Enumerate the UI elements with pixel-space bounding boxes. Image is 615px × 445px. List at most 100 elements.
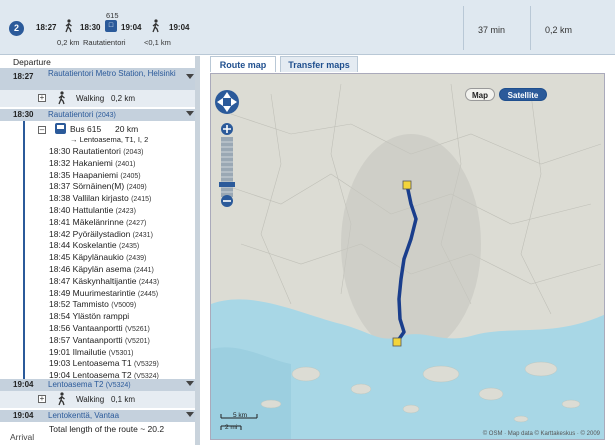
stop-row[interactable]: 18:37 Sörnäinen(M) (2409) [49,181,147,191]
stop-row[interactable]: 18:56 Vantaanportti (V5261) [49,323,150,333]
stop-name: Vallilan kirjasto [72,193,129,204]
board-stop[interactable]: Rautatientori (2043) [48,110,116,119]
itinerary-end-header[interactable]: 19:04 Lentokenttä, Vantaa [0,410,200,422]
scale-km-label: 5 km [233,412,248,419]
bus-route-line [23,121,25,380]
stop-code: (2431) [132,231,153,239]
stop-code: (2401) [115,160,136,168]
divider [530,6,531,50]
stop-code: (V5301) [108,349,134,357]
walking-icon [65,19,72,33]
stop-row[interactable]: 19:01 Ilmailutie (V5301) [49,347,133,357]
bus-icon [55,123,66,134]
stop-row[interactable]: 18:45 Käpylänaukio (2439) [49,252,146,262]
stop-row[interactable]: 19:03 Lentoasema T1 (V5329) [49,358,159,368]
trip-distance: 0,2 km [545,25,573,35]
bus-label: Bus 615 [70,124,102,134]
stop-row[interactable]: 18:38 Vallilan kirjasto (2415) [49,193,151,203]
stop-time: 18:54 [49,311,71,322]
stop-row[interactable]: 18:35 Haapaniemi (2405) [49,170,141,180]
start-location[interactable]: Rautatientori Metro Station, Helsinki [48,69,183,79]
stop-name: Vantaanportti [72,323,123,333]
walk-leg-2: + Walking 0,1 km [0,391,200,408]
stop-time: 18:30 [49,146,71,156]
board-stop-name: Rautatientori [48,110,94,119]
end-location[interactable]: Lentokenttä, Vantaa [48,411,119,420]
stop-name: Lentoasema T1 [72,358,132,369]
stop-time: 18:41 [49,216,71,227]
stop-row[interactable]: 18:42 Pyöräilystadion (2431) [49,229,153,239]
collapse-minus-icon[interactable]: – [38,126,46,134]
stop-row[interactable]: 18:47 Käskynhaltijantie (2443) [49,276,159,286]
walking-icon [152,19,159,33]
stop-row[interactable]: 18:30 Rautatientori (2043) [49,146,143,156]
stop-code: (2415) [131,196,152,204]
stop-code: (2443) [138,278,160,286]
walk-1-distance: 0,2 km [111,94,136,103]
itinerary-alight-header[interactable]: 19:04 Lentoasema T2 (V5324) [0,379,200,391]
route-summary-bar[interactable]: 2 18:27 18:30 615 □ 19:04 19:04 0,2 km R… [0,0,615,55]
stop-code: (2043) [123,149,144,156]
itinerary-scrollbar[interactable] [195,56,200,445]
map-type-satellite-button[interactable]: Satellite [499,88,547,101]
arrive-time: 19:04 [169,23,190,32]
alight-stop-name: Lentoasema T2 [48,380,104,389]
stop-row[interactable]: 18:54 Ylästön ramppi [49,311,129,321]
walk-2-label: Walking [76,395,105,404]
stop-time: 18:57 [49,334,71,345]
map-type-map-button[interactable]: Map [465,88,495,101]
stop-row[interactable]: 18:40 Hattulantie (2423) [49,205,136,215]
walking-icon [58,392,65,406]
stop-code: (2441) [133,267,154,274]
stop-row[interactable]: 18:46 Käpylän asema (2441) [49,264,154,274]
bus-distance: 20 km [115,124,139,134]
tab-transfer-maps[interactable]: Transfer maps [280,56,358,72]
itinerary-start-header[interactable]: 18:27 Rautatientori Metro Station, Helsi… [0,68,200,90]
collapse-arrow-icon[interactable] [186,111,194,116]
route-map[interactable]: Map Satellite 5 km 2 mi © OSM · Map data… [210,73,605,440]
stop-name: Tammisto [72,299,109,310]
stop-name: Mäkelänrinne [72,216,124,227]
end-time: 19:04 [13,411,34,420]
alight-stop[interactable]: Lentoasema T2 (V5324) [48,380,131,389]
collapse-arrow-icon[interactable] [186,381,194,386]
stop-row[interactable]: 18:32 Hakaniemi (2401) [49,158,135,168]
stop-code: (2435) [118,243,140,251]
scale-mi-label: 2 mi [225,424,238,431]
stop-code: (2423) [115,208,136,215]
start-marker[interactable] [392,337,402,347]
stop-name: Koskelantie [72,240,117,251]
stop-row[interactable]: 18:41 Mäkelänrinne (2427) [49,217,146,227]
stop-time: 18:38 [49,193,71,204]
transfer-stop-name: Rautatientori [83,38,126,47]
stop-row[interactable]: 18:44 Koskelantie (2435) [49,240,139,250]
pan-control[interactable] [215,90,239,114]
collapse-arrow-icon[interactable] [186,74,194,79]
tab-route-map[interactable]: Route map [210,56,276,72]
itinerary-panel[interactable]: Departure 18:27 Rautatientori Metro Stat… [0,56,200,445]
stop-row[interactable]: 18:57 Vantaanportti (V5201) [49,335,150,345]
stop-time: 18:45 [49,252,71,263]
end-marker[interactable] [402,180,412,190]
stop-time: 18:49 [49,287,71,298]
walk-end-distance: <0,1 km [144,38,171,47]
stop-code: (2439) [126,255,147,263]
map-canvas[interactable] [211,74,605,440]
stop-row[interactable]: 18:49 Muurimestarintie (2445) [49,288,158,298]
board-stop-code: (2043) [95,112,116,119]
expand-plus-icon[interactable]: + [38,395,46,403]
stop-time: 18:46 [49,264,71,274]
stop-time: 18:40 [49,205,71,215]
walk-start-distance: 0,2 km [57,38,80,47]
stop-code: (2405) [120,172,141,180]
start-time: 18:27 [13,72,34,81]
stop-row[interactable]: 18:52 Tammisto (V5009) [49,299,136,309]
alight-time: 19:04 [13,380,34,389]
itinerary-board-header[interactable]: 18:30 Rautatientori (2043) [0,109,200,121]
stop-name: Haapaniemi [72,169,119,180]
stop-time: 18:37 [49,181,71,192]
expand-plus-icon[interactable]: + [38,94,46,102]
collapse-arrow-icon[interactable] [186,412,194,417]
stop-time: 18:32 [49,157,71,168]
alight-stop-code: (V5324) [105,382,131,389]
